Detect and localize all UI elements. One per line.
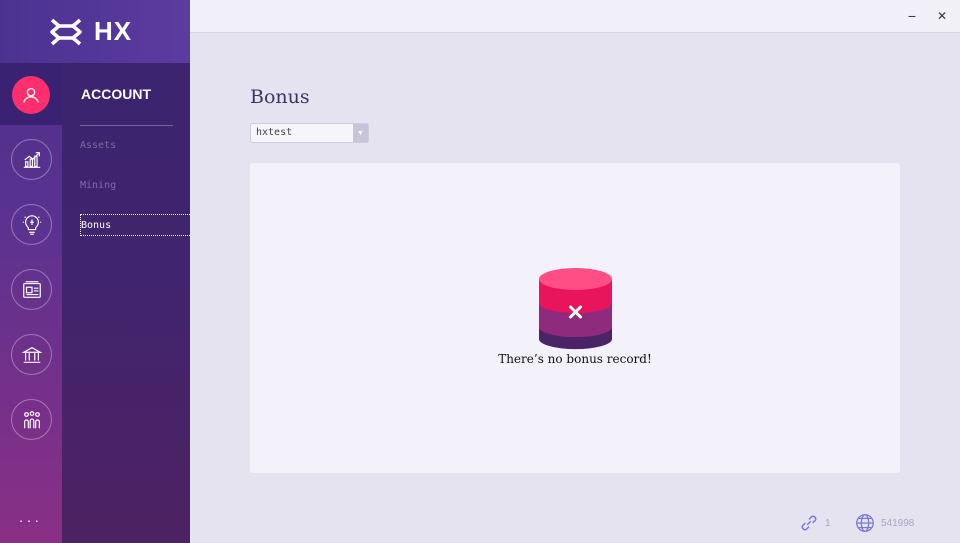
- nav-divider: [80, 125, 173, 126]
- lightbulb-icon: [22, 214, 41, 235]
- close-button[interactable]: ✕: [934, 8, 950, 24]
- rail-item-community[interactable]: [11, 399, 52, 440]
- rail-item-bank[interactable]: [11, 334, 52, 375]
- brand-name: HX: [94, 16, 133, 46]
- globe-icon: [856, 514, 874, 532]
- rail-item-ideas[interactable]: [11, 204, 52, 245]
- user-icon: [23, 87, 39, 103]
- empty-state-message: There’s no bonus record!: [498, 352, 652, 366]
- connections-status: 1: [798, 512, 831, 534]
- rail-item-identity[interactable]: [11, 269, 52, 310]
- account-select[interactable]: hxtest ▼: [250, 123, 369, 143]
- nav-item-assets[interactable]: Assets: [80, 135, 190, 157]
- bank-icon: [20, 346, 43, 363]
- icon-rail: ...: [0, 0, 62, 543]
- secondary-nav: ACCOUNT Assets Mining Bonus: [62, 0, 190, 543]
- rail-item-account[interactable]: [12, 76, 50, 114]
- chevron-down-icon[interactable]: ▼: [353, 124, 368, 142]
- community-icon: [23, 410, 40, 428]
- nav-item-mining[interactable]: Mining: [80, 175, 190, 197]
- chart-growth-icon: [23, 151, 40, 168]
- nav-item-bonus[interactable]: Bonus: [80, 214, 190, 236]
- brand-header: HX: [0, 0, 190, 63]
- nav-section-title: ACCOUNT: [81, 86, 151, 102]
- minimize-button[interactable]: −: [904, 8, 920, 24]
- block-height-status: 541998: [854, 512, 914, 534]
- account-select-value: hxtest: [256, 127, 293, 138]
- title-bar: − ✕: [190, 0, 960, 33]
- hx-logo-icon: [50, 18, 82, 45]
- empty-database-icon: [539, 268, 612, 350]
- block-height-value: 541998: [881, 517, 915, 529]
- id-card-icon: [22, 280, 41, 298]
- bonus-records-panel: There’s no bonus record!: [250, 163, 900, 473]
- page-title: Bonus: [250, 86, 310, 108]
- rail-item-market[interactable]: [11, 139, 52, 180]
- link-icon: [801, 515, 817, 531]
- connections-count: 1: [825, 517, 831, 529]
- more-menu-button[interactable]: ...: [0, 509, 62, 525]
